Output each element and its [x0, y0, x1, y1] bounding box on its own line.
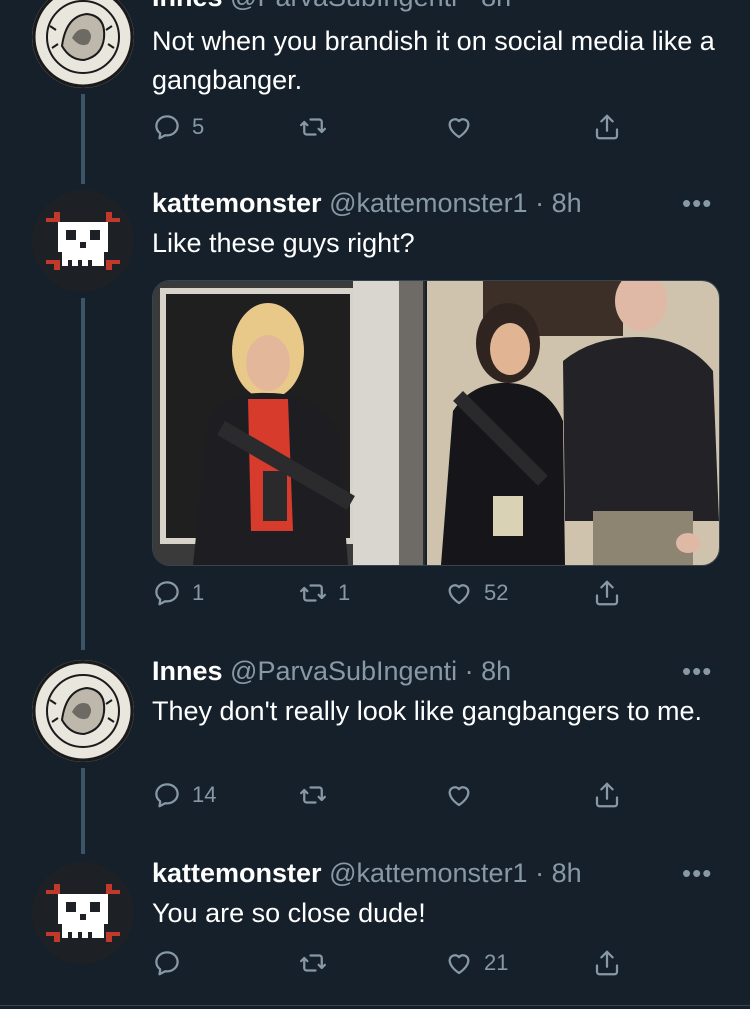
- share-icon: [595, 114, 619, 140]
- retweet-icon: [300, 584, 326, 602]
- reply-button[interactable]: 14: [152, 780, 216, 810]
- tweet-actions: 21: [152, 948, 632, 988]
- like-button[interactable]: [444, 112, 484, 142]
- reply-count: 14: [192, 782, 217, 807]
- more-options-button[interactable]: •••: [682, 858, 712, 889]
- retweet-button[interactable]: [298, 948, 338, 978]
- retweet-button[interactable]: [298, 112, 338, 142]
- avatar[interactable]: [32, 660, 134, 762]
- share-button[interactable]: [592, 948, 622, 978]
- avatar[interactable]: [32, 862, 134, 964]
- more-options-button[interactable]: •••: [682, 656, 712, 687]
- reply-icon: [155, 115, 179, 140]
- share-button[interactable]: [592, 780, 622, 810]
- heart-icon: [448, 786, 470, 807]
- reply-icon: [155, 783, 179, 808]
- like-count: 21: [484, 950, 509, 975]
- reply-button[interactable]: 5: [152, 112, 204, 142]
- share-icon: [595, 950, 619, 976]
- tweet-header: kattemonster @kattemonster1 · 8h: [152, 858, 582, 889]
- author-name[interactable]: kattemonster: [152, 188, 322, 218]
- skull-avatar-image: [32, 190, 134, 292]
- tweet-actions: 14: [152, 780, 632, 820]
- tweet-header: Innes @ParvaSubIngenti · 8h: [152, 656, 511, 687]
- reply-icon: [155, 581, 179, 606]
- retweet-button[interactable]: [298, 780, 338, 810]
- tweet-actions: 5: [152, 112, 632, 152]
- tweet-header: Innes @ParvaSubIngenti · 8h: [152, 0, 511, 13]
- reply-count: 1: [192, 580, 205, 605]
- thread-line: [81, 768, 85, 854]
- reply-button[interactable]: 1: [152, 578, 204, 608]
- like-button[interactable]: 21: [444, 948, 508, 978]
- author-handle[interactable]: @kattemonster1 · 8h: [329, 858, 582, 888]
- coin-avatar-image: [32, 660, 134, 762]
- share-icon: [595, 580, 619, 606]
- retweet-icon: [300, 954, 326, 972]
- avatar[interactable]: [32, 190, 134, 292]
- tweet-header: kattemonster @kattemonster1 · 8h: [152, 188, 582, 219]
- thread-line: [81, 94, 85, 184]
- more-options-button[interactable]: •••: [682, 188, 712, 219]
- skull-avatar-image: [32, 862, 134, 964]
- author-name[interactable]: kattemonster: [152, 858, 322, 888]
- thread-line: [81, 298, 85, 650]
- like-count: 52: [484, 580, 509, 605]
- author-handle[interactable]: @ParvaSubIngenti · 8h: [230, 0, 511, 12]
- avatar[interactable]: [32, 0, 134, 88]
- reply-count: 5: [192, 114, 205, 139]
- tweet-text: Not when you brandish it on social media…: [152, 26, 715, 95]
- share-button[interactable]: [592, 578, 622, 608]
- tweet-text: Like these guys right?: [152, 228, 415, 258]
- heart-icon: [448, 954, 470, 975]
- reply-icon: [155, 951, 179, 976]
- tweet-text: You are so close dude!: [152, 898, 426, 928]
- like-button[interactable]: [444, 780, 484, 810]
- coin-avatar-image: [32, 0, 134, 88]
- heart-icon: [448, 584, 470, 605]
- author-handle[interactable]: @ParvaSubIngenti · 8h: [230, 656, 511, 686]
- tweet-actions: 1 1 52: [152, 578, 632, 618]
- share-button[interactable]: [592, 112, 622, 142]
- author-handle[interactable]: @kattemonster1 · 8h: [329, 188, 582, 218]
- author-name[interactable]: Innes: [152, 656, 223, 686]
- heart-icon: [448, 118, 470, 139]
- retweet-button[interactable]: 1: [298, 578, 350, 608]
- retweet-count: 1: [338, 580, 351, 605]
- author-name[interactable]: Innes: [152, 0, 223, 12]
- reply-button[interactable]: [152, 948, 192, 978]
- share-icon: [595, 782, 619, 808]
- tweet-media[interactable]: [152, 280, 720, 566]
- retweet-icon: [300, 786, 326, 804]
- tweet-text: They don't really look like gangbangers …: [152, 696, 702, 726]
- divider: [0, 1005, 750, 1006]
- retweet-icon: [300, 118, 326, 136]
- media-image: [153, 281, 719, 565]
- like-button[interactable]: 52: [444, 578, 508, 608]
